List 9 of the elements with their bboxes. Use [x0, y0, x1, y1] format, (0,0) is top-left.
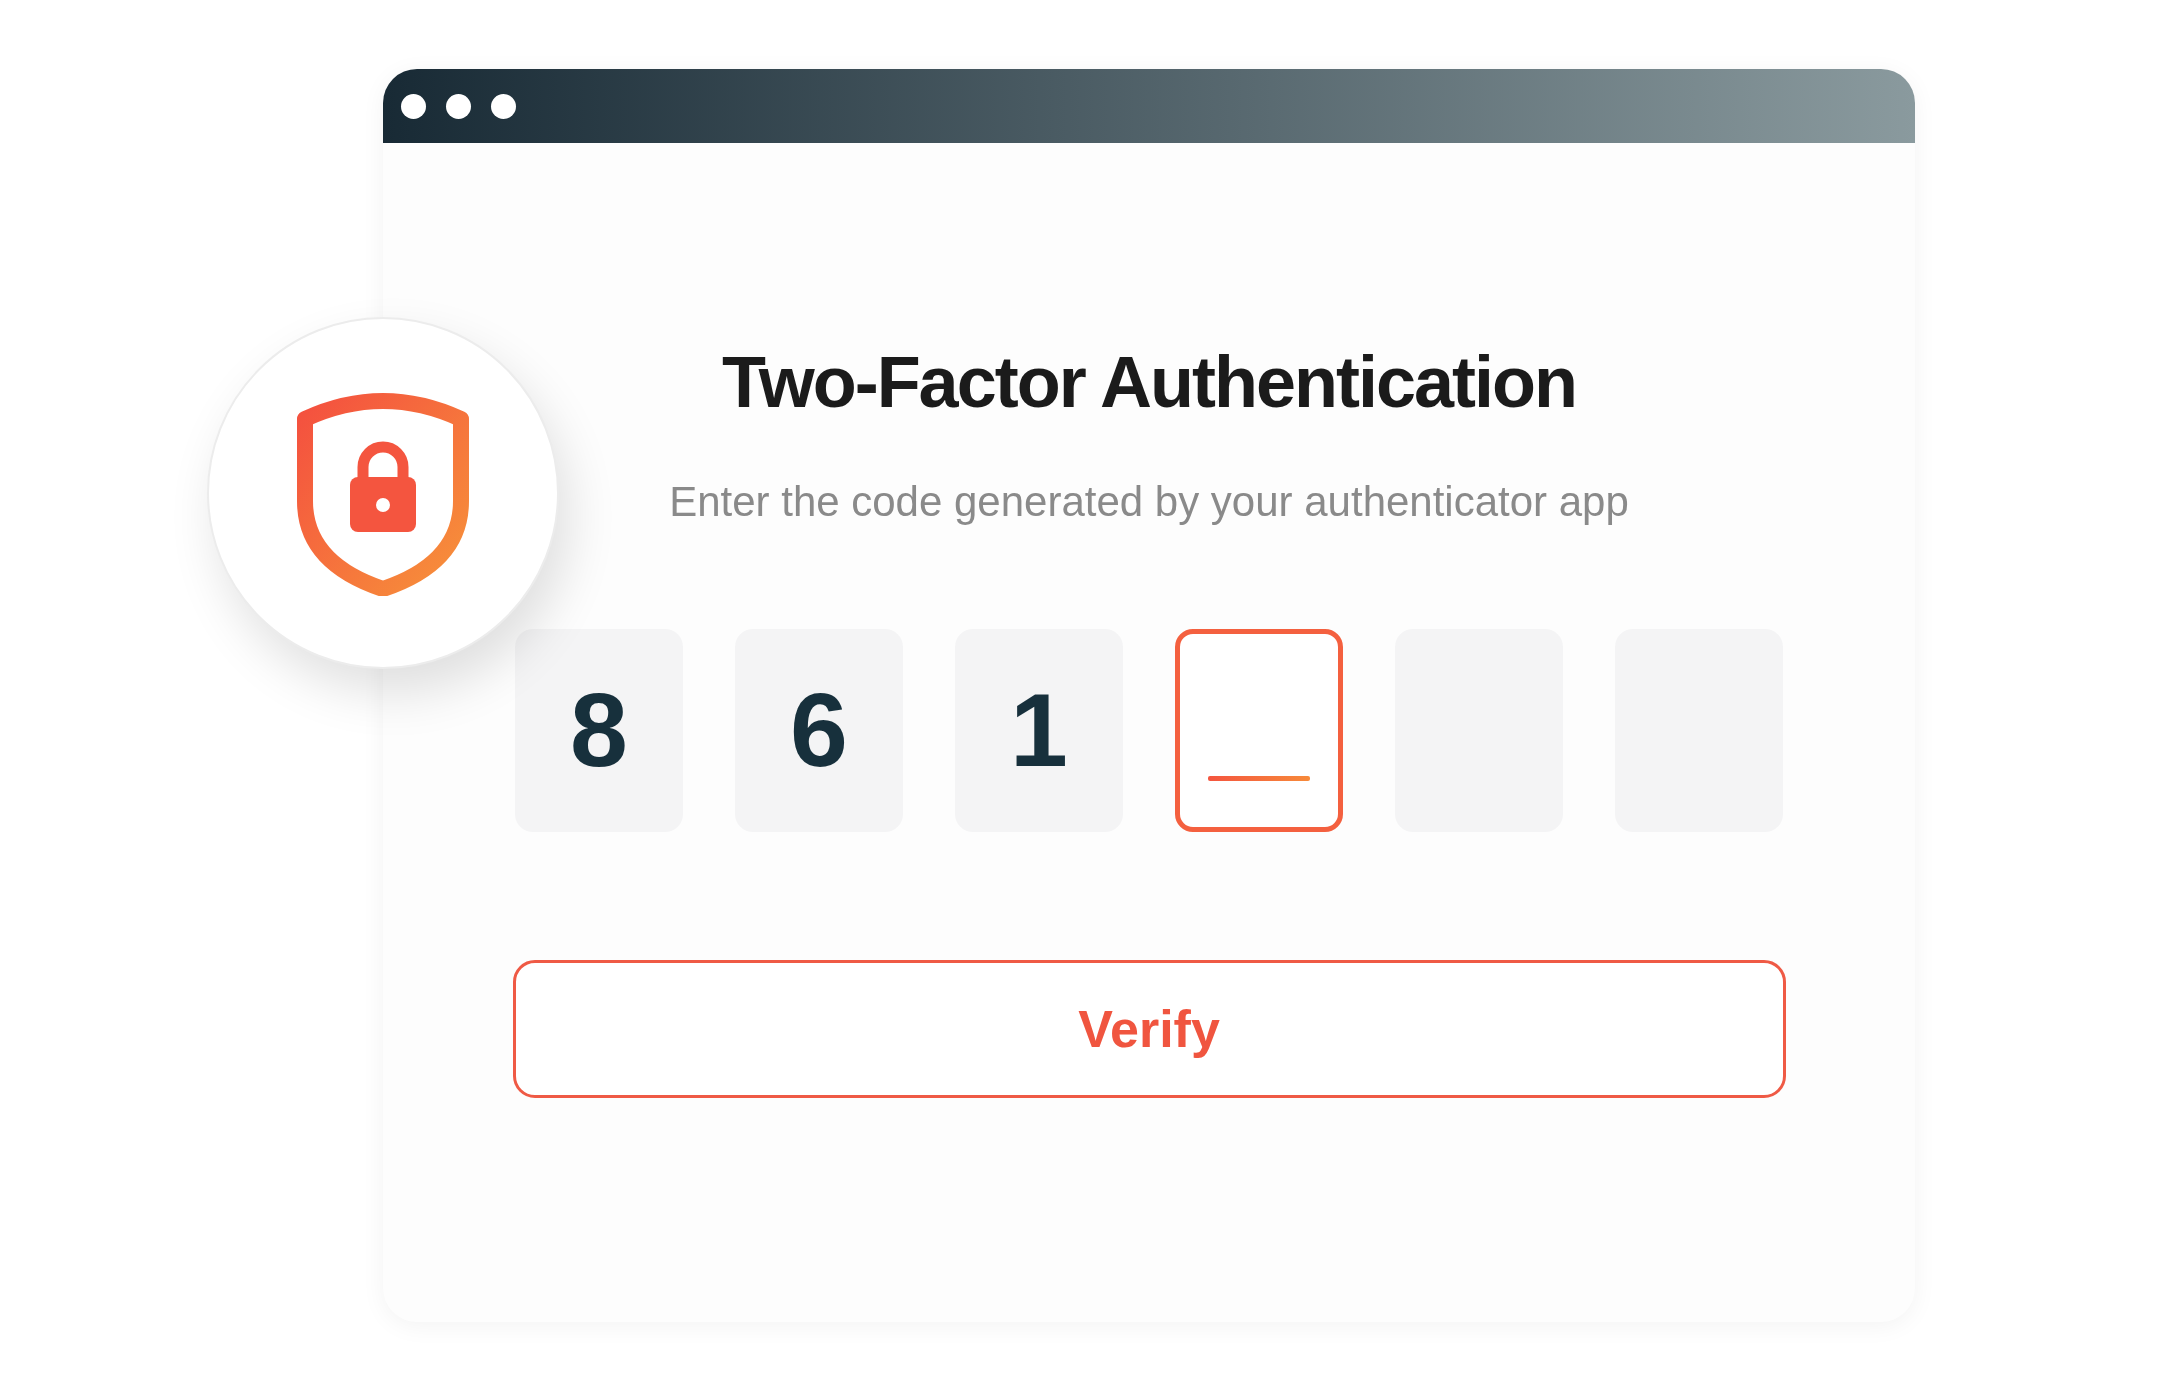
window-dot [401, 93, 426, 119]
code-digit-field[interactable] [1175, 629, 1343, 832]
subtitle: Enter the code generated by your authenticator app [669, 477, 1629, 527]
window-dot [446, 93, 471, 119]
window-dot [491, 93, 516, 119]
heading: Two-Factor Authentication [722, 341, 1576, 424]
code-digit-field[interactable]: 1 [955, 629, 1123, 832]
code-digit-field[interactable]: 6 [735, 629, 903, 832]
code-digit-field[interactable]: 8 [515, 629, 683, 832]
